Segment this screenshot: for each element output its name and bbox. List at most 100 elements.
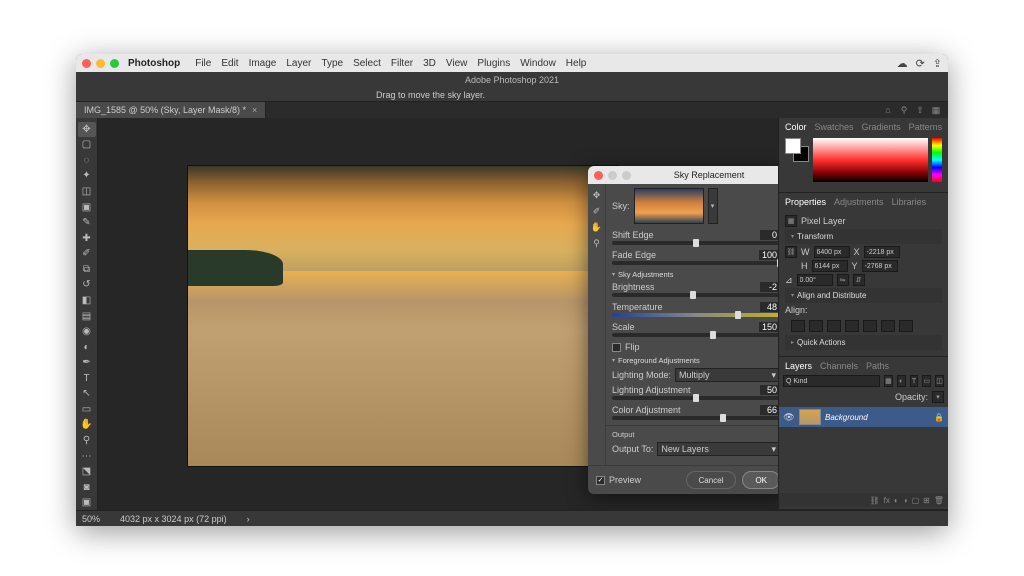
tab-patterns[interactable]: Patterns <box>909 122 943 132</box>
menu-file[interactable]: File <box>195 58 211 69</box>
height-field[interactable] <box>812 260 848 272</box>
align-right-icon[interactable] <box>827 320 841 332</box>
sky-preset-dropdown[interactable]: ▾ <box>708 188 718 224</box>
ok-button[interactable]: OK <box>742 471 778 489</box>
layer-name[interactable]: Background <box>825 413 930 422</box>
filter-pixel-icon[interactable]: ▦ <box>884 375 893 387</box>
tab-adjustments[interactable]: Adjustments <box>834 197 884 207</box>
layer-thumb[interactable] <box>799 409 821 425</box>
filter-adjust-icon[interactable]: ◐ <box>897 375 906 387</box>
dialog-titlebar[interactable]: Sky Replacement <box>588 166 778 184</box>
blur-tool[interactable]: ◉ <box>78 324 96 339</box>
flip-v-icon[interactable]: ⇵ <box>853 274 865 286</box>
tab-paths[interactable]: Paths <box>866 361 889 371</box>
move-tool[interactable]: ✥ <box>78 122 96 137</box>
checkbox-icon[interactable] <box>612 343 621 352</box>
path-tool[interactable]: ↖ <box>78 387 96 402</box>
layer-filter-field[interactable] <box>783 375 880 387</box>
lock-icon[interactable]: 🔒 <box>934 413 944 422</box>
menu-select[interactable]: Select <box>353 58 381 69</box>
brush-tool[interactable]: ✐ <box>78 247 96 262</box>
zoom-level[interactable]: 50% <box>82 514 100 524</box>
y-field[interactable] <box>862 260 898 272</box>
marquee-tool[interactable]: ▢ <box>78 138 96 153</box>
eraser-tool[interactable]: ◧ <box>78 293 96 308</box>
align-top-icon[interactable] <box>845 320 859 332</box>
align-hcenter-icon[interactable] <box>809 320 823 332</box>
pen-tool[interactable]: ✒ <box>78 355 96 370</box>
menu-plugins[interactable]: Plugins <box>477 58 510 69</box>
menu-window[interactable]: Window <box>520 58 556 69</box>
shape-tool[interactable]: ▭ <box>78 402 96 417</box>
menu-help[interactable]: Help <box>566 58 587 69</box>
workspace-icon[interactable]: ▦ <box>930 104 942 116</box>
color-picker[interactable] <box>813 138 928 182</box>
search-icon[interactable]: ⚲ <box>898 104 910 116</box>
status-chevron-icon[interactable]: › <box>247 514 250 524</box>
filter-shape-icon[interactable]: ▭ <box>922 375 931 387</box>
new-layer-icon[interactable]: ⊞ <box>923 496 930 505</box>
close-tab-icon[interactable]: × <box>252 105 257 115</box>
cancel-button[interactable]: Cancel <box>686 471 737 489</box>
document-tab[interactable]: IMG_1585 @ 50% (Sky, Layer Mask/8) * × <box>76 102 266 118</box>
align-left-icon[interactable] <box>791 320 805 332</box>
fg-bg-swatch[interactable] <box>785 138 809 162</box>
align-more-icon[interactable] <box>899 320 913 332</box>
tab-layers[interactable]: Layers <box>785 361 812 371</box>
menu-edit[interactable]: Edit <box>221 58 238 69</box>
screenmode-icon[interactable]: ▣ <box>78 496 96 511</box>
align-vcenter-icon[interactable] <box>863 320 877 332</box>
tab-channels[interactable]: Channels <box>820 361 858 371</box>
align-bottom-icon[interactable] <box>881 320 895 332</box>
sync-icon[interactable]: ⟳ <box>916 57 925 70</box>
dialog-move-tool[interactable]: ✥ <box>590 188 604 202</box>
quickmask-icon[interactable]: ◙ <box>78 480 96 495</box>
dialog-close-icon[interactable] <box>594 171 603 180</box>
width-field[interactable] <box>814 246 850 258</box>
align-section[interactable]: Align and Distribute <box>785 288 942 303</box>
menu-3d[interactable]: 3D <box>423 58 436 69</box>
lighting-adjustment-slider[interactable]: Lighting Adjustment50 <box>612 385 778 400</box>
home-icon[interactable]: ⌂ <box>882 104 894 116</box>
tab-properties[interactable]: Properties <box>785 197 826 207</box>
menu-image[interactable]: Image <box>249 58 277 69</box>
visibility-icon[interactable]: 👁 <box>783 412 795 423</box>
menu-layer[interactable]: Layer <box>286 58 311 69</box>
output-to-select[interactable]: New Layers▾ <box>657 442 778 456</box>
stamp-tool[interactable]: ⧉ <box>78 262 96 277</box>
document-canvas[interactable] <box>188 166 618 466</box>
dodge-tool[interactable]: ◐ <box>78 340 96 355</box>
transform-section[interactable]: Transform <box>785 229 942 244</box>
angle-field[interactable] <box>797 274 833 286</box>
minimize-window-icon[interactable] <box>96 59 105 68</box>
group-icon[interactable]: ▢ <box>912 496 920 505</box>
sky-adjustments-section[interactable]: Sky Adjustments <box>612 270 778 279</box>
heal-tool[interactable]: ✚ <box>78 231 96 246</box>
fx-icon[interactable]: fx <box>884 496 890 505</box>
dialog-brush-tool[interactable]: ✐ <box>590 204 604 218</box>
filter-smart-icon[interactable]: ◫ <box>935 375 944 387</box>
quick-actions-section[interactable]: Quick Actions <box>785 335 942 350</box>
hand-tool[interactable]: ✋ <box>78 418 96 433</box>
color-swap-icon[interactable]: ⬔ <box>78 464 96 479</box>
menu-type[interactable]: Type <box>321 58 343 69</box>
zoom-tool[interactable]: ⚲ <box>78 433 96 448</box>
link-layers-icon[interactable]: ⛓ <box>870 496 880 505</box>
tab-color[interactable]: Color <box>785 122 807 132</box>
zoom-window-icon[interactable] <box>110 59 119 68</box>
wifi-icon[interactable]: ⇪ <box>933 57 942 70</box>
dialog-zoom-tool[interactable]: ⚲ <box>590 236 604 250</box>
cloud-icon[interactable]: ☁ <box>897 57 908 70</box>
brightness-slider[interactable]: Brightness-2 <box>612 282 778 297</box>
lighting-mode-select[interactable]: Multiply▾ <box>675 368 778 382</box>
hue-strip[interactable] <box>932 138 942 182</box>
flip-h-icon[interactable]: ⇋ <box>837 274 849 286</box>
shift-edge-slider[interactable]: Shift Edge0 <box>612 230 778 245</box>
menu-filter[interactable]: Filter <box>391 58 413 69</box>
doc-dimensions[interactable]: 4032 px x 3024 px (72 ppi) <box>120 514 227 524</box>
adjust-layer-icon[interactable]: ◑ <box>903 496 908 505</box>
menu-view[interactable]: View <box>446 58 468 69</box>
mask-icon[interactable]: ◐ <box>894 496 899 505</box>
scale-slider[interactable]: Scale150 <box>612 322 778 337</box>
tab-libraries[interactable]: Libraries <box>892 197 927 207</box>
